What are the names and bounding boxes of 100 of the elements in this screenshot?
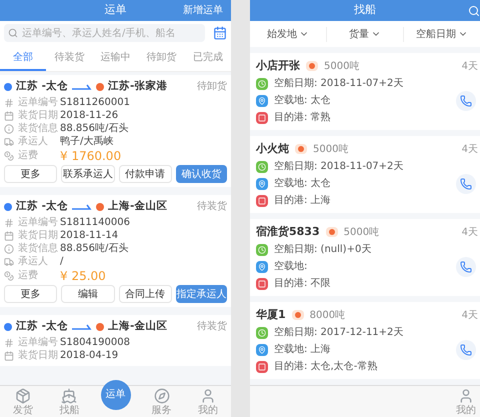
- field-value: S1811140006: [60, 216, 130, 230]
- ship-detail: 空船日期: 2017-12-11+2天: [274, 326, 404, 340]
- ship-name: 华厦1: [256, 306, 286, 323]
- ship-card[interactable]: 小火炖 5000吨 4天 空船日期: 2018-11-07+2天 空载地: 太仓 目的港: 上海: [250, 136, 480, 213]
- filter-dropdown[interactable]: 始发地: [250, 26, 327, 42]
- field-label: 运费: [18, 148, 39, 163]
- ship-name: 小店开张: [256, 58, 300, 74]
- field-label: 装货日期: [18, 108, 59, 122]
- center-nav-button[interactable]: 运单: [100, 380, 130, 410]
- destination-text: 上海-金山区: [108, 318, 168, 334]
- field-value: S1804190008: [60, 336, 130, 350]
- ship-card[interactable]: 小店开张 5000吨 4天 空船日期: 2018-11-07+2天 空载地: 太仓 目的港: 常熟: [250, 53, 480, 130]
- status-tab[interactable]: 已完成: [184, 45, 232, 71]
- field-icon: [4, 124, 14, 134]
- field-value: 2018-11-14: [60, 229, 118, 242]
- tonnage-text: 8000吨: [310, 308, 346, 322]
- age-text: 4天: [462, 308, 478, 322]
- ship-detail: 目的港: 常熟: [274, 110, 331, 125]
- field-icon: [4, 110, 14, 120]
- action-button[interactable]: 付款申请: [118, 165, 172, 183]
- origin-text: 江苏 -太仓: [16, 318, 68, 334]
- ship-detail: 目的港: 不限: [274, 276, 331, 291]
- call-button[interactable]: [456, 91, 476, 111]
- action-button[interactable]: 更多: [4, 165, 58, 183]
- field-icon: [4, 136, 14, 146]
- status-tab[interactable]: 运输中: [92, 45, 139, 71]
- ship-icon: [61, 388, 78, 404]
- clock-icon: [256, 244, 268, 256]
- ship-detail: 空载地: 太仓: [274, 176, 331, 191]
- clock-icon: [256, 78, 268, 90]
- field-value: 2018-04-19: [60, 349, 118, 363]
- field-icon: [4, 256, 14, 266]
- tonnage-text: 5000吨: [313, 142, 348, 156]
- search-field[interactable]: 运单编号、承运人姓名/手机、船名: [4, 24, 205, 42]
- phone-icon: [460, 344, 472, 356]
- action-button[interactable]: 合同上传: [118, 285, 172, 303]
- nav-item[interactable]: 发货: [0, 388, 46, 416]
- status-text: 待卸货: [197, 80, 227, 94]
- pin-icon: [256, 178, 268, 190]
- nav-item[interactable]: 服务: [138, 388, 185, 416]
- field-label: 运费: [18, 268, 39, 283]
- field-icon: [4, 338, 14, 348]
- action-button[interactable]: 更多: [4, 285, 58, 303]
- user-icon: [458, 388, 474, 404]
- field-label: 装货日期: [18, 348, 59, 363]
- search-icon: [8, 28, 18, 38]
- field-icon: [4, 98, 14, 108]
- ship-detail: 空船日期: 2018-11-07+2天: [274, 76, 404, 91]
- filter-dropdown[interactable]: 货量: [327, 26, 404, 42]
- clock-icon: [256, 326, 268, 338]
- call-button[interactable]: [456, 340, 476, 360]
- ship-detail: 空船日期: (null)+0天: [274, 242, 372, 257]
- ship-card[interactable]: 华厦1 8000吨 4天 空船日期: 2017-12-11+2天 空载地: 上海 目的港: 太仓,太仓-常熟: [250, 302, 480, 379]
- action-button[interactable]: 确认收货: [176, 165, 227, 183]
- ship-detail: 空载地: 太仓: [274, 94, 331, 108]
- destination-text: 江苏-张家港: [108, 78, 168, 94]
- call-button[interactable]: [456, 174, 476, 194]
- phone-icon: [460, 261, 472, 273]
- nav-item[interactable]: 我的: [184, 388, 232, 416]
- field-label: 装货信息: [18, 242, 59, 256]
- nav-item[interactable]: 我的: [456, 388, 476, 416]
- age-text: 4天: [462, 142, 478, 156]
- pin-icon: [256, 260, 268, 272]
- field-value: 2018-11-26: [60, 109, 118, 122]
- field-value: 88.856吨/石头: [60, 122, 128, 136]
- compass-icon: [154, 388, 170, 404]
- search-icon[interactable]: [468, 4, 480, 16]
- field-value: 88.856吨/石头: [60, 242, 128, 256]
- ship-name: 宿淮货5833: [256, 224, 320, 240]
- field-icon: [4, 244, 14, 254]
- field-icon: [4, 230, 14, 240]
- origin-text: 江苏 -太仓: [16, 78, 68, 94]
- user-icon: [200, 388, 216, 404]
- screen-title: 找船: [354, 2, 376, 18]
- status-tab[interactable]: 待装货: [46, 45, 92, 71]
- ship-name: 小火炖: [256, 140, 289, 157]
- calendar-icon[interactable]: [213, 26, 227, 40]
- field-label: 装货日期: [18, 228, 59, 242]
- tonnage-text: 5000吨: [324, 60, 360, 74]
- status-tab[interactable]: 待卸货: [138, 45, 185, 71]
- status-tab[interactable]: 全部: [0, 45, 46, 71]
- fee-value: ¥ 25.00: [60, 268, 106, 284]
- field-label: 承运人: [18, 254, 49, 269]
- tonnage-text: 5000吨: [344, 226, 380, 240]
- field-icon: [4, 218, 14, 228]
- field-label: 运单编号: [18, 336, 59, 350]
- field-value: /: [60, 255, 64, 269]
- new-waybill-button[interactable]: 新增运单: [183, 3, 223, 18]
- call-button[interactable]: [456, 257, 476, 277]
- phone-icon: [460, 178, 472, 190]
- action-button[interactable]: 指定承运人: [176, 285, 227, 303]
- phone-icon: [460, 95, 472, 107]
- ship-card[interactable]: 宿淮货5833 5000吨 4天 空船日期: (null)+0天 空载地: 目的港: 不限: [250, 219, 480, 296]
- field-label: 装货信息: [18, 122, 59, 136]
- nav-item[interactable]: 找船: [46, 388, 92, 416]
- field-label: 承运人: [18, 134, 49, 149]
- filter-dropdown[interactable]: 空船日期: [404, 26, 480, 42]
- pin-icon: [256, 344, 268, 356]
- action-button[interactable]: 编辑: [61, 285, 114, 303]
- action-button[interactable]: 联系承运人: [61, 165, 114, 183]
